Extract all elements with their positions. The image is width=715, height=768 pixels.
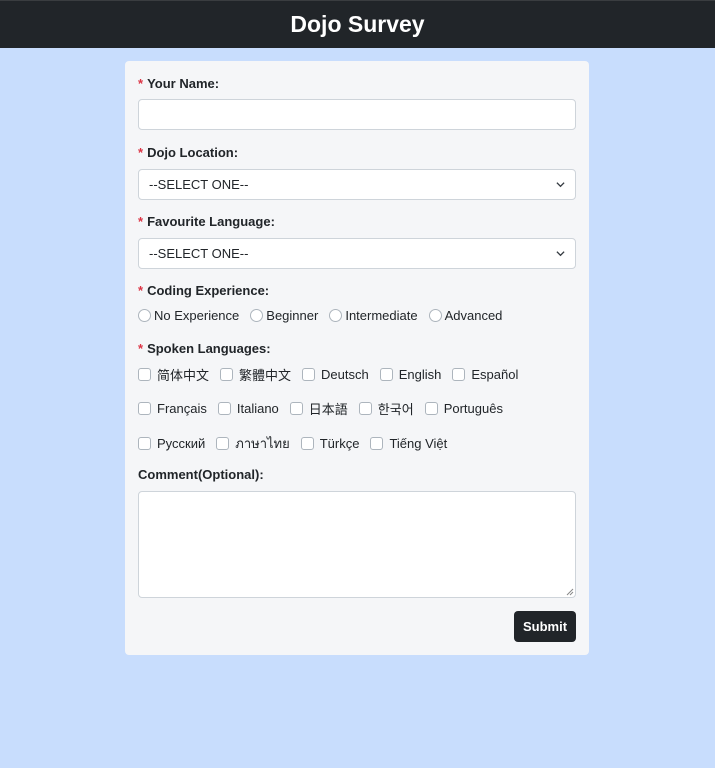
spoken-option-label: 简体中文 xyxy=(157,368,210,383)
checkbox[interactable] xyxy=(220,368,234,381)
checkbox[interactable] xyxy=(216,437,230,450)
survey-form: * Your Name: * Dojo Location: --SELECT ONE… xyxy=(125,61,589,655)
spoken-label-text: Spoken Languages: xyxy=(147,341,271,356)
submit-button[interactable]: Submit xyxy=(514,611,576,642)
experience-option[interactable]: No Experience xyxy=(138,308,239,323)
spoken-option-label: Türkçe xyxy=(319,436,360,451)
spoken-option[interactable]: ภาษาไทย xyxy=(216,433,290,454)
page-header: Dojo Survey xyxy=(0,0,715,48)
radio-button[interactable] xyxy=(250,309,264,322)
radio-button[interactable] xyxy=(329,309,343,322)
spoken-option-label: Español xyxy=(471,367,519,382)
spoken-option[interactable]: Français xyxy=(138,401,207,416)
experience-label: * Coding Experience: xyxy=(138,282,269,300)
spoken-option[interactable]: English xyxy=(379,367,442,382)
required-mark: * xyxy=(138,145,144,160)
spoken-option-label: Português xyxy=(443,401,503,416)
location-select[interactable]: --SELECT ONE-- xyxy=(138,169,576,200)
language-selected-value: --SELECT ONE-- xyxy=(149,246,249,261)
spoken-option-label: ภาษาไทย xyxy=(235,436,290,451)
experience-option-label: Intermediate xyxy=(345,308,418,323)
checkbox[interactable] xyxy=(138,402,151,415)
spoken-option-label: Italiano xyxy=(236,401,279,416)
spoken-option[interactable]: 简体中文 xyxy=(138,365,209,384)
experience-option[interactable]: Intermediate xyxy=(329,308,418,323)
checkbox[interactable] xyxy=(379,368,393,381)
location-label-text: Dojo Location: xyxy=(147,145,239,160)
experience-option-label: Beginner xyxy=(266,308,319,323)
radio-button[interactable] xyxy=(138,309,151,322)
spoken-option-label: 繁體中文 xyxy=(239,368,292,383)
spoken-option-label: 한국어 xyxy=(377,402,414,417)
spoken-row: Français Italiano 日本語 한국어 Português xyxy=(138,399,514,418)
spoken-option[interactable]: Русский xyxy=(138,436,205,451)
chevron-down-icon xyxy=(556,251,565,257)
checkbox[interactable] xyxy=(289,402,303,415)
resize-grip-icon[interactable] xyxy=(566,588,574,596)
experience-label-text: Coding Experience: xyxy=(147,283,270,298)
language-select[interactable]: --SELECT ONE-- xyxy=(138,238,576,269)
page-title: Dojo Survey xyxy=(290,11,425,37)
comment-textarea[interactable] xyxy=(138,491,576,598)
checkbox[interactable] xyxy=(370,437,384,450)
checkbox[interactable] xyxy=(217,402,231,415)
checkbox[interactable] xyxy=(302,368,316,381)
spoken-option[interactable]: Türkçe xyxy=(300,436,360,451)
spoken-option[interactable]: Italiano xyxy=(217,401,279,416)
experience-option-label: No Experience xyxy=(154,308,240,323)
spoken-option-label: Русский xyxy=(157,436,206,451)
checkbox[interactable] xyxy=(424,402,438,415)
location-selected-value: --SELECT ONE-- xyxy=(149,177,249,192)
language-label-text: Favourite Language: xyxy=(147,214,275,229)
checkbox[interactable] xyxy=(138,437,151,450)
required-mark: * xyxy=(138,283,144,298)
name-input[interactable] xyxy=(138,99,576,130)
spoken-option-label: 日本語 xyxy=(308,402,348,417)
language-label: * Favourite Language: xyxy=(138,213,275,231)
spoken-option[interactable]: 한국어 xyxy=(358,399,414,418)
spoken-option[interactable]: Português xyxy=(424,401,503,416)
spoken-option-label: Français xyxy=(157,401,207,416)
checkbox[interactable] xyxy=(300,437,314,450)
checkbox[interactable] xyxy=(138,368,151,381)
radio-button[interactable] xyxy=(428,309,442,322)
name-label-text: Your Name: xyxy=(147,76,220,91)
location-label: * Dojo Location: xyxy=(138,144,238,162)
required-mark: * xyxy=(138,214,144,229)
spoken-option-label: Deutsch xyxy=(321,367,369,382)
experience-radio-group: No Experience Beginner Intermediate Adva… xyxy=(138,308,513,323)
spoken-option[interactable]: Español xyxy=(452,367,518,382)
spoken-option[interactable]: 繁體中文 xyxy=(220,365,291,384)
spoken-row: 简体中文 繁體中文 Deutsch English Español xyxy=(138,365,529,384)
spoken-option-label: English xyxy=(398,367,442,382)
required-mark: * xyxy=(138,341,144,356)
comment-label: Comment(Optional): xyxy=(138,467,264,482)
checkbox[interactable] xyxy=(358,402,372,415)
experience-option-label: Advanced xyxy=(444,308,503,323)
required-mark: * xyxy=(138,76,144,91)
experience-option[interactable]: Beginner xyxy=(250,308,318,323)
spoken-option[interactable]: Deutsch xyxy=(302,367,369,382)
spoken-option[interactable]: Tiếng Việt xyxy=(370,436,447,451)
spoken-row: Русский ภาษาไทย Türkçe Tiếng Việt xyxy=(138,433,458,454)
spoken-label: * Spoken Languages: xyxy=(138,340,271,358)
spoken-option-label: Tiếng Việt xyxy=(389,436,448,451)
experience-option[interactable]: Advanced xyxy=(428,308,503,323)
spoken-option[interactable]: 日本語 xyxy=(289,399,348,418)
checkbox[interactable] xyxy=(452,368,466,381)
chevron-down-icon xyxy=(556,182,565,188)
name-label: * Your Name: xyxy=(138,75,219,93)
